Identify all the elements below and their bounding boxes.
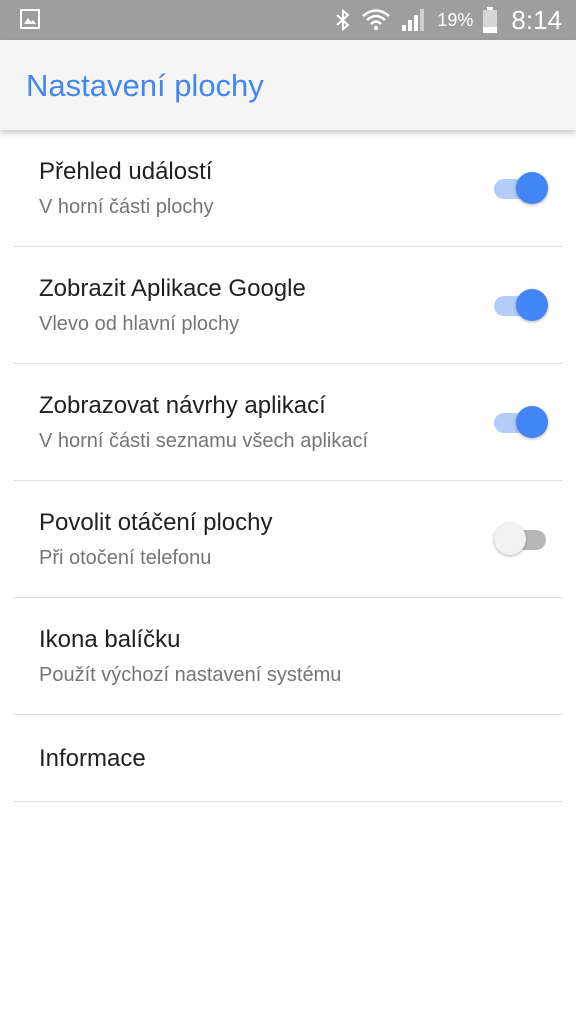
page-title: Nastavení plochy [26,68,264,103]
setting-title: Ikona balíčku [39,626,181,653]
setting-title: Informace [39,745,146,772]
image-notification-icon [20,9,40,29]
event-overview-toggle[interactable] [494,171,550,205]
setting-title: Zobrazit Aplikace Google [39,275,306,302]
wifi-icon [362,9,391,31]
toggle-thumb [516,406,548,438]
clock: 8:14 [511,4,562,35]
setting-event-overview[interactable]: Přehled událostí V horní části plochy [13,130,563,247]
bluetooth-icon [336,8,350,32]
setting-icon-badge[interactable]: Ikona balíčku Použít výchozí nastavení s… [13,598,563,715]
toggle-thumb [494,523,526,555]
settings-list: Přehled událostí V horní části plochy Zo… [0,130,576,802]
setting-summary: Použít výchozí nastavení systému [39,664,342,686]
setting-about[interactable]: Informace [13,715,563,802]
setting-title: Přehled událostí [39,158,213,185]
setting-title: Povolit otáčení plochy [39,509,273,536]
battery-percent: 19% [437,9,474,30]
status-icons: 19% 8:14 [335,0,562,40]
setting-app-suggestions[interactable]: Zobrazovat návrhy aplikací V horní části… [13,364,563,481]
app-bar: Nastavení plochy [0,40,576,130]
setting-summary: V horní části plochy [39,196,214,218]
setting-summary: Při otočení telefonu [39,547,212,569]
status-bar: 19% 8:14 [0,0,576,40]
setting-allow-rotation[interactable]: Povolit otáčení plochy Při otočení telef… [13,481,563,598]
allow-rotation-toggle[interactable] [494,522,550,556]
setting-summary: V horní části seznamu všech aplikací [39,430,369,452]
app-suggestions-toggle[interactable] [494,405,550,439]
setting-google-app[interactable]: Zobrazit Aplikace Google Vlevo od hlavní… [13,247,563,364]
signal-icon [402,9,425,31]
toggle-thumb [516,289,548,321]
setting-summary: Vlevo od hlavní plochy [39,313,240,335]
google-app-toggle[interactable] [494,288,550,322]
toggle-thumb [516,172,548,204]
setting-title: Zobrazovat návrhy aplikací [39,392,326,419]
battery-icon [483,7,498,33]
